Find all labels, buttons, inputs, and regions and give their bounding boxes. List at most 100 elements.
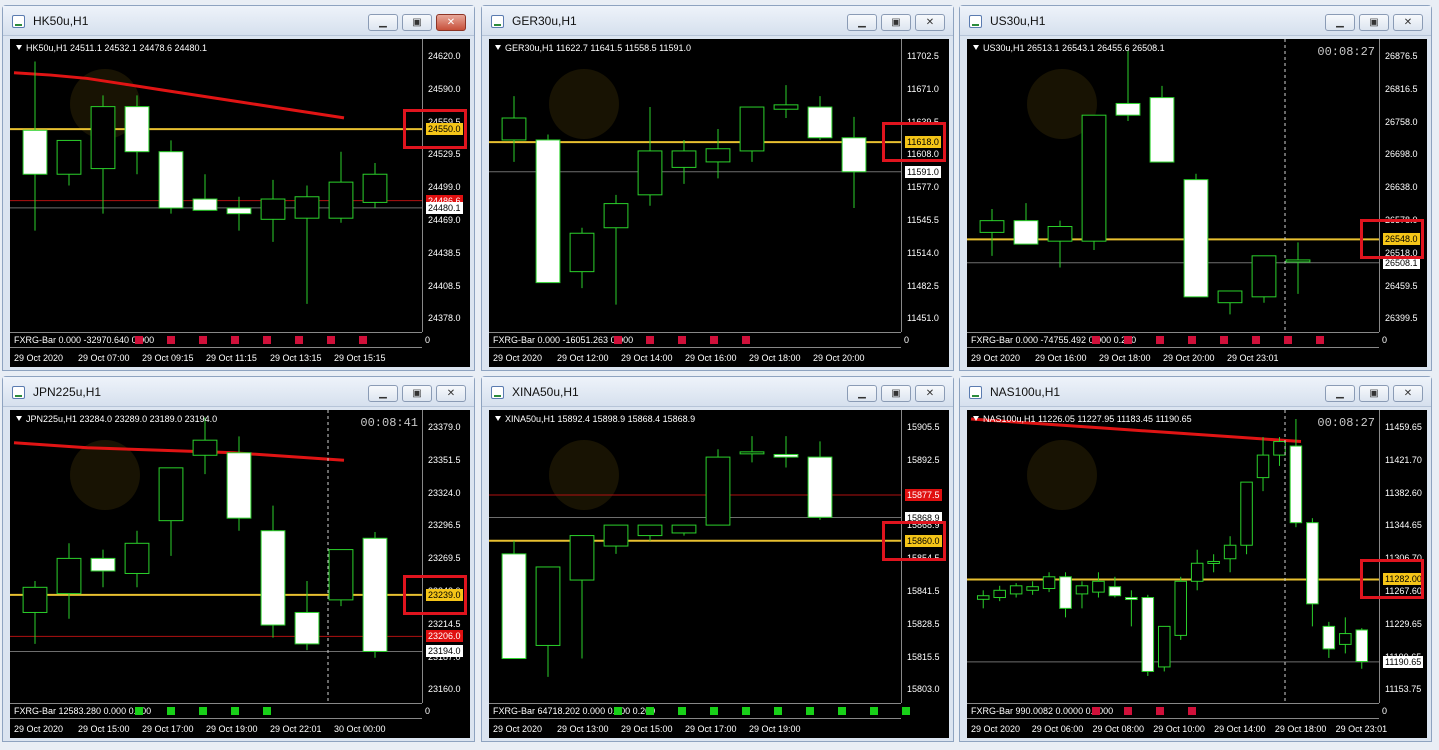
minimize-button[interactable]: ▁ — [847, 14, 877, 31]
minimize-button[interactable]: ▁ — [368, 385, 398, 402]
candle[interactable] — [603, 524, 629, 554]
candle[interactable] — [1075, 581, 1089, 609]
candle[interactable] — [501, 96, 527, 162]
maximize-button[interactable]: ▣ — [402, 385, 432, 402]
candle[interactable] — [671, 524, 697, 536]
chart-window-us30[interactable]: US30u,H1 ▁ ▣ ✕ US30u,H1 26513.1 26543.1 2645… — [959, 5, 1432, 371]
minimize-button[interactable]: ▁ — [847, 385, 877, 402]
candle[interactable] — [603, 194, 629, 305]
candle[interactable] — [976, 590, 990, 609]
candle[interactable] — [1115, 50, 1141, 122]
candle[interactable] — [993, 585, 1006, 602]
candle[interactable] — [1223, 536, 1237, 573]
candle[interactable] — [90, 549, 116, 588]
collapse-arrow-icon[interactable] — [16, 416, 22, 421]
candle[interactable] — [192, 174, 218, 211]
candle[interactable] — [1289, 419, 1303, 528]
candle[interactable] — [1190, 549, 1204, 591]
chart-window-xina50[interactable]: XINA50u,H1 ▁ ▣ ✕ XINA50u,H1 15892.4 15898.9 … — [481, 376, 954, 742]
chart-window-nas100[interactable]: NAS100u,H1 ▁ ▣ ✕ NAS100u,H1 11226.05 11227.9… — [959, 376, 1432, 742]
chart-window-ger30[interactable]: GER30u,H1 ▁ ▣ ✕ GER30u,H1 11622.7 11641.5 11… — [481, 5, 954, 371]
window-titlebar[interactable]: HK50u,H1 ▁ ▣ ✕ — [3, 6, 474, 36]
window-titlebar[interactable]: XINA50u,H1 ▁ ▣ ✕ — [482, 377, 953, 407]
chart-canvas[interactable]: HK50u,H1 24511.1 24532.1 24478.6 24480.1… — [10, 39, 470, 367]
candle[interactable] — [1355, 628, 1369, 669]
collapse-arrow-icon[interactable] — [973, 416, 979, 421]
candle[interactable] — [1207, 554, 1220, 573]
chart-canvas[interactable]: XINA50u,H1 15892.4 15898.9 15868.4 15868… — [489, 410, 949, 738]
candle[interactable] — [1217, 290, 1243, 315]
candle[interactable] — [773, 436, 799, 468]
candle[interactable] — [501, 540, 527, 660]
close-button[interactable]: ✕ — [436, 14, 466, 31]
minimize-button[interactable]: ▁ — [1325, 14, 1355, 31]
candle[interactable] — [1141, 594, 1155, 676]
candle[interactable] — [535, 566, 561, 677]
candle[interactable] — [1339, 617, 1352, 654]
candle[interactable] — [22, 581, 48, 644]
chart-canvas[interactable]: US30u,H1 26513.1 26543.1 26455.6 26508.1… — [967, 39, 1427, 367]
candle[interactable] — [294, 581, 320, 651]
candle[interactable] — [1306, 518, 1319, 627]
candle[interactable] — [56, 543, 82, 619]
candle[interactable] — [841, 116, 867, 208]
candle[interactable] — [569, 535, 595, 659]
candle[interactable] — [362, 531, 388, 658]
candle[interactable] — [1013, 203, 1039, 245]
candle[interactable] — [226, 196, 252, 231]
collapse-arrow-icon[interactable] — [16, 45, 22, 50]
close-button[interactable]: ✕ — [915, 14, 945, 31]
chart-window-hk50[interactable]: HK50u,H1 ▁ ▣ ✕ HK50u,H1 24511.1 24532.1 2447… — [2, 5, 475, 371]
maximize-button[interactable]: ▣ — [1359, 385, 1389, 402]
candle[interactable] — [1273, 437, 1286, 466]
candle[interactable] — [535, 134, 561, 284]
candle[interactable] — [1183, 173, 1209, 298]
window-titlebar[interactable]: JPN225u,H1 ▁ ▣ ✕ — [3, 377, 474, 407]
close-button[interactable]: ✕ — [436, 385, 466, 402]
indicator-subwindow[interactable]: FXRG-Bar 990.0082 0.0000 0.0000 — [967, 703, 1379, 719]
candle[interactable] — [1285, 242, 1311, 294]
candle[interactable] — [90, 95, 116, 214]
candle[interactable] — [260, 505, 286, 638]
window-titlebar[interactable]: US30u,H1 ▁ ▣ ✕ — [960, 6, 1431, 36]
window-titlebar[interactable]: GER30u,H1 ▁ ▣ ✕ — [482, 6, 953, 36]
candle[interactable] — [807, 96, 833, 140]
maximize-button[interactable]: ▣ — [1359, 14, 1389, 31]
candle[interactable] — [1158, 625, 1171, 672]
close-button[interactable]: ✕ — [1393, 14, 1423, 31]
candle[interactable] — [1251, 255, 1277, 303]
candle[interactable] — [1047, 220, 1073, 268]
candle[interactable] — [569, 227, 595, 289]
candle[interactable] — [328, 151, 354, 223]
maximize-button[interactable]: ▣ — [402, 14, 432, 31]
candle[interactable] — [773, 85, 799, 119]
chart-window-jpn225[interactable]: JPN225u,H1 ▁ ▣ ✕ JPN225u,H1 23284.0 23289.0 … — [2, 376, 475, 742]
candle[interactable] — [637, 107, 663, 206]
candle[interactable] — [158, 140, 184, 214]
candle[interactable] — [637, 524, 663, 541]
window-titlebar[interactable]: NAS100u,H1 ▁ ▣ ✕ — [960, 377, 1431, 407]
minimize-button[interactable]: ▁ — [1325, 385, 1355, 402]
chart-canvas[interactable]: NAS100u,H1 11226.05 11227.95 11183.45 11… — [967, 410, 1427, 738]
candle[interactable] — [124, 530, 150, 588]
candle[interactable] — [1009, 583, 1023, 598]
candle[interactable] — [1042, 572, 1056, 593]
candle[interactable] — [739, 436, 765, 463]
indicator-subwindow[interactable]: FXRG-Bar 0.000 -16051.263 0.000 — [489, 332, 901, 348]
close-button[interactable]: ✕ — [915, 385, 945, 402]
candle[interactable] — [1174, 576, 1187, 640]
candle[interactable] — [1026, 581, 1039, 595]
candle[interactable] — [705, 449, 731, 526]
maximize-button[interactable]: ▣ — [881, 14, 911, 31]
candle[interactable] — [294, 185, 320, 304]
candle[interactable] — [328, 549, 354, 607]
chart-canvas[interactable]: GER30u,H1 11622.7 11641.5 11558.5 11591.… — [489, 39, 949, 367]
candle[interactable] — [739, 106, 765, 162]
candle[interactable] — [705, 128, 731, 179]
minimize-button[interactable]: ▁ — [368, 14, 398, 31]
candle[interactable] — [671, 139, 697, 184]
candle[interactable] — [1125, 590, 1138, 627]
collapse-arrow-icon[interactable] — [495, 416, 501, 421]
candle[interactable] — [22, 61, 48, 231]
candle[interactable] — [192, 417, 218, 475]
